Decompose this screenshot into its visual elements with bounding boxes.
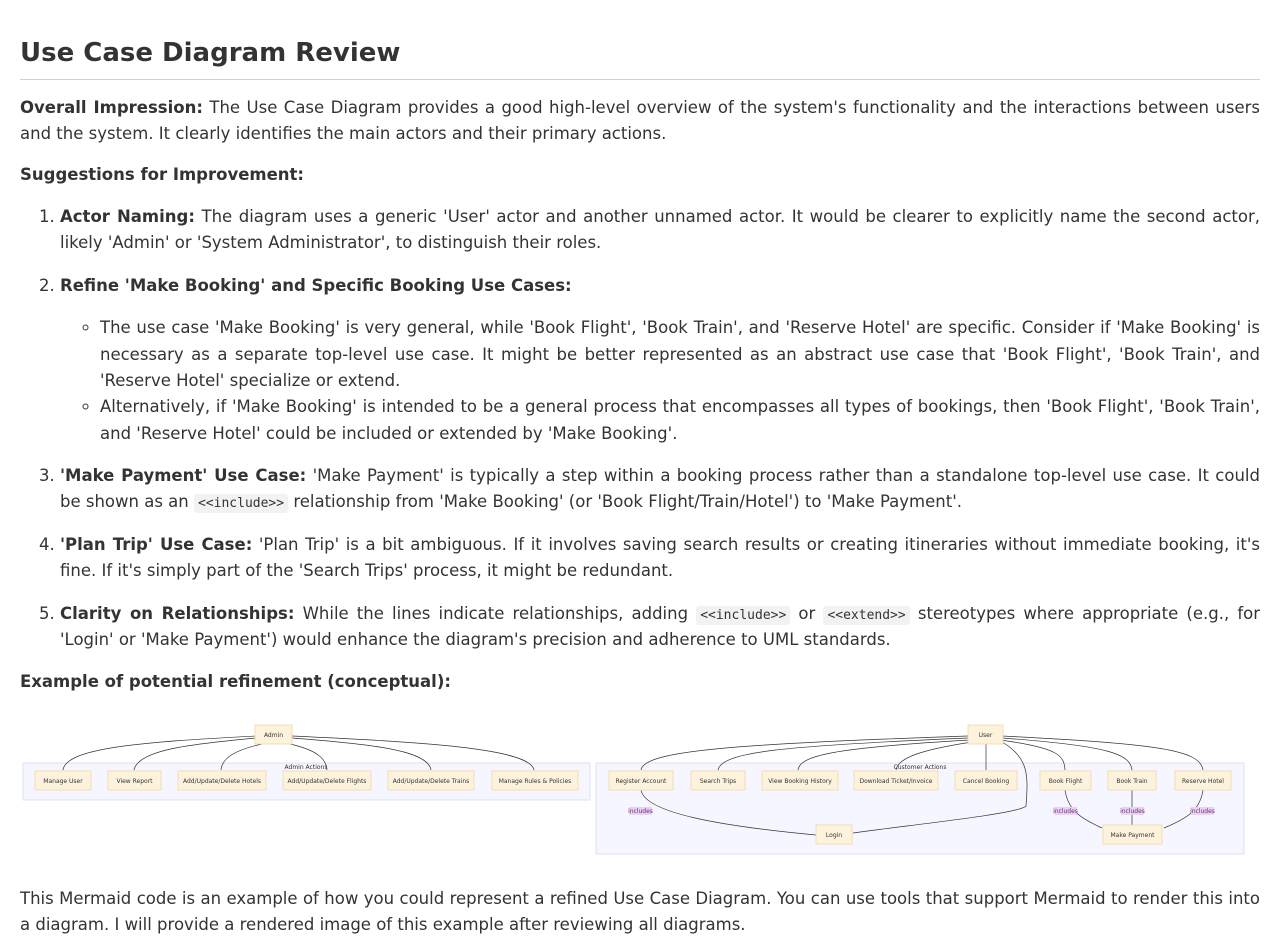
svg-text:Manage User: Manage User: [43, 778, 83, 785]
suggestion-label: Actor Naming:: [60, 206, 195, 226]
svg-text:Search Trips: Search Trips: [700, 778, 736, 785]
svg-text:Make Payment: Make Payment: [1111, 832, 1156, 839]
page: Use Case Diagram Review Overall Impressi…: [0, 0, 1280, 939]
suggestion-text: relationship from 'Make Booking' (or 'Bo…: [288, 492, 962, 512]
svg-text:includes: includes: [1120, 808, 1145, 815]
sub-item: The use case 'Make Booking' is very gene…: [100, 315, 1260, 394]
diagram-canvas: Admin Actions Admin Manage User View Rep…: [22, 724, 1245, 855]
suggestion-refine-booking: Refine 'Make Booking' and Specific Booki…: [60, 273, 1260, 447]
suggestion-relationships: Clarity on Relationships: While the line…: [60, 601, 1260, 654]
svg-text:Book Train: Book Train: [1116, 778, 1147, 785]
admin-actor-label: Admin: [264, 732, 283, 739]
svg-text:Book Flight: Book Flight: [1049, 778, 1083, 785]
suggestion-plan-trip: 'Plan Trip' Use Case: 'Plan Trip' is a b…: [60, 532, 1260, 585]
svg-text:Cancel Booking: Cancel Booking: [963, 778, 1010, 785]
suggestions-heading: Suggestions for Improvement:: [20, 164, 305, 184]
svg-text:Reserve Hotel: Reserve Hotel: [1182, 778, 1224, 785]
svg-text:View Booking History: View Booking History: [768, 778, 832, 785]
suggestion-label: Clarity on Relationships:: [60, 603, 295, 623]
svg-text:View Report: View Report: [116, 778, 153, 785]
suggestion-actor-naming: Actor Naming: The diagram uses a generic…: [60, 204, 1260, 257]
admin-group-label: Admin Actions: [285, 764, 328, 771]
include-code: <<include>>: [193, 494, 289, 514]
suggestion-label: Refine 'Make Booking' and Specific Booki…: [60, 275, 572, 295]
suggestions-list: Actor Naming: The diagram uses a generic…: [20, 204, 1260, 653]
extend-code: <<extend>>: [823, 605, 910, 625]
customer-group-label: Customer Actions: [894, 764, 947, 771]
overall-paragraph: Overall Impression: The Use Case Diagram…: [20, 95, 1260, 148]
page-title: Use Case Diagram Review: [20, 0, 1260, 80]
include-code: <<include>>: [696, 605, 791, 625]
svg-text:Download Ticket/Invoice: Download Ticket/Invoice: [860, 778, 933, 785]
svg-text:Add/Update/Delete Trains: Add/Update/Delete Trains: [393, 778, 470, 785]
svg-text:Add/Update/Delete Flights: Add/Update/Delete Flights: [288, 778, 367, 785]
svg-text:includes: includes: [1190, 808, 1215, 815]
overall-label: Overall Impression:: [20, 97, 203, 117]
suggestion-sublist: The use case 'Make Booking' is very gene…: [60, 315, 1260, 447]
svg-text:Add/Update/Delete Hotels: Add/Update/Delete Hotels: [183, 778, 261, 785]
admin-diagram: Admin Actions Admin Manage User View Rep…: [22, 724, 591, 801]
sub-item: Alternatively, if 'Make Booking' is inte…: [100, 394, 1260, 447]
example-diagrams: Admin Actions Admin Manage User View Rep…: [20, 718, 1260, 868]
suggestion-label: 'Make Payment' Use Case:: [60, 466, 307, 486]
user-diagram: Customer Actions User Register Account S…: [595, 724, 1245, 855]
svg-text:includes: includes: [628, 808, 653, 815]
suggestion-text: The diagram uses a generic 'User' actor …: [60, 206, 1260, 253]
suggestion-text: or: [790, 603, 824, 623]
svg-text:Manage Rules & Policies: Manage Rules & Policies: [499, 778, 572, 785]
svg-text:includes: includes: [1053, 808, 1078, 815]
overall-text: The Use Case Diagram provides a good hig…: [20, 97, 1260, 144]
suggestion-label: 'Plan Trip' Use Case:: [60, 534, 253, 554]
suggestion-make-payment: 'Make Payment' Use Case: 'Make Payment' …: [60, 463, 1260, 516]
user-actor-label: User: [979, 732, 993, 739]
footer-paragraph: This Mermaid code is an example of how y…: [20, 888, 1260, 935]
suggestion-text: While the lines indicate relationships, …: [294, 603, 697, 623]
svg-text:Login: Login: [826, 832, 842, 839]
svg-text:Register Account: Register Account: [616, 778, 667, 785]
example-heading: Example of potential refinement (concept…: [20, 672, 451, 692]
